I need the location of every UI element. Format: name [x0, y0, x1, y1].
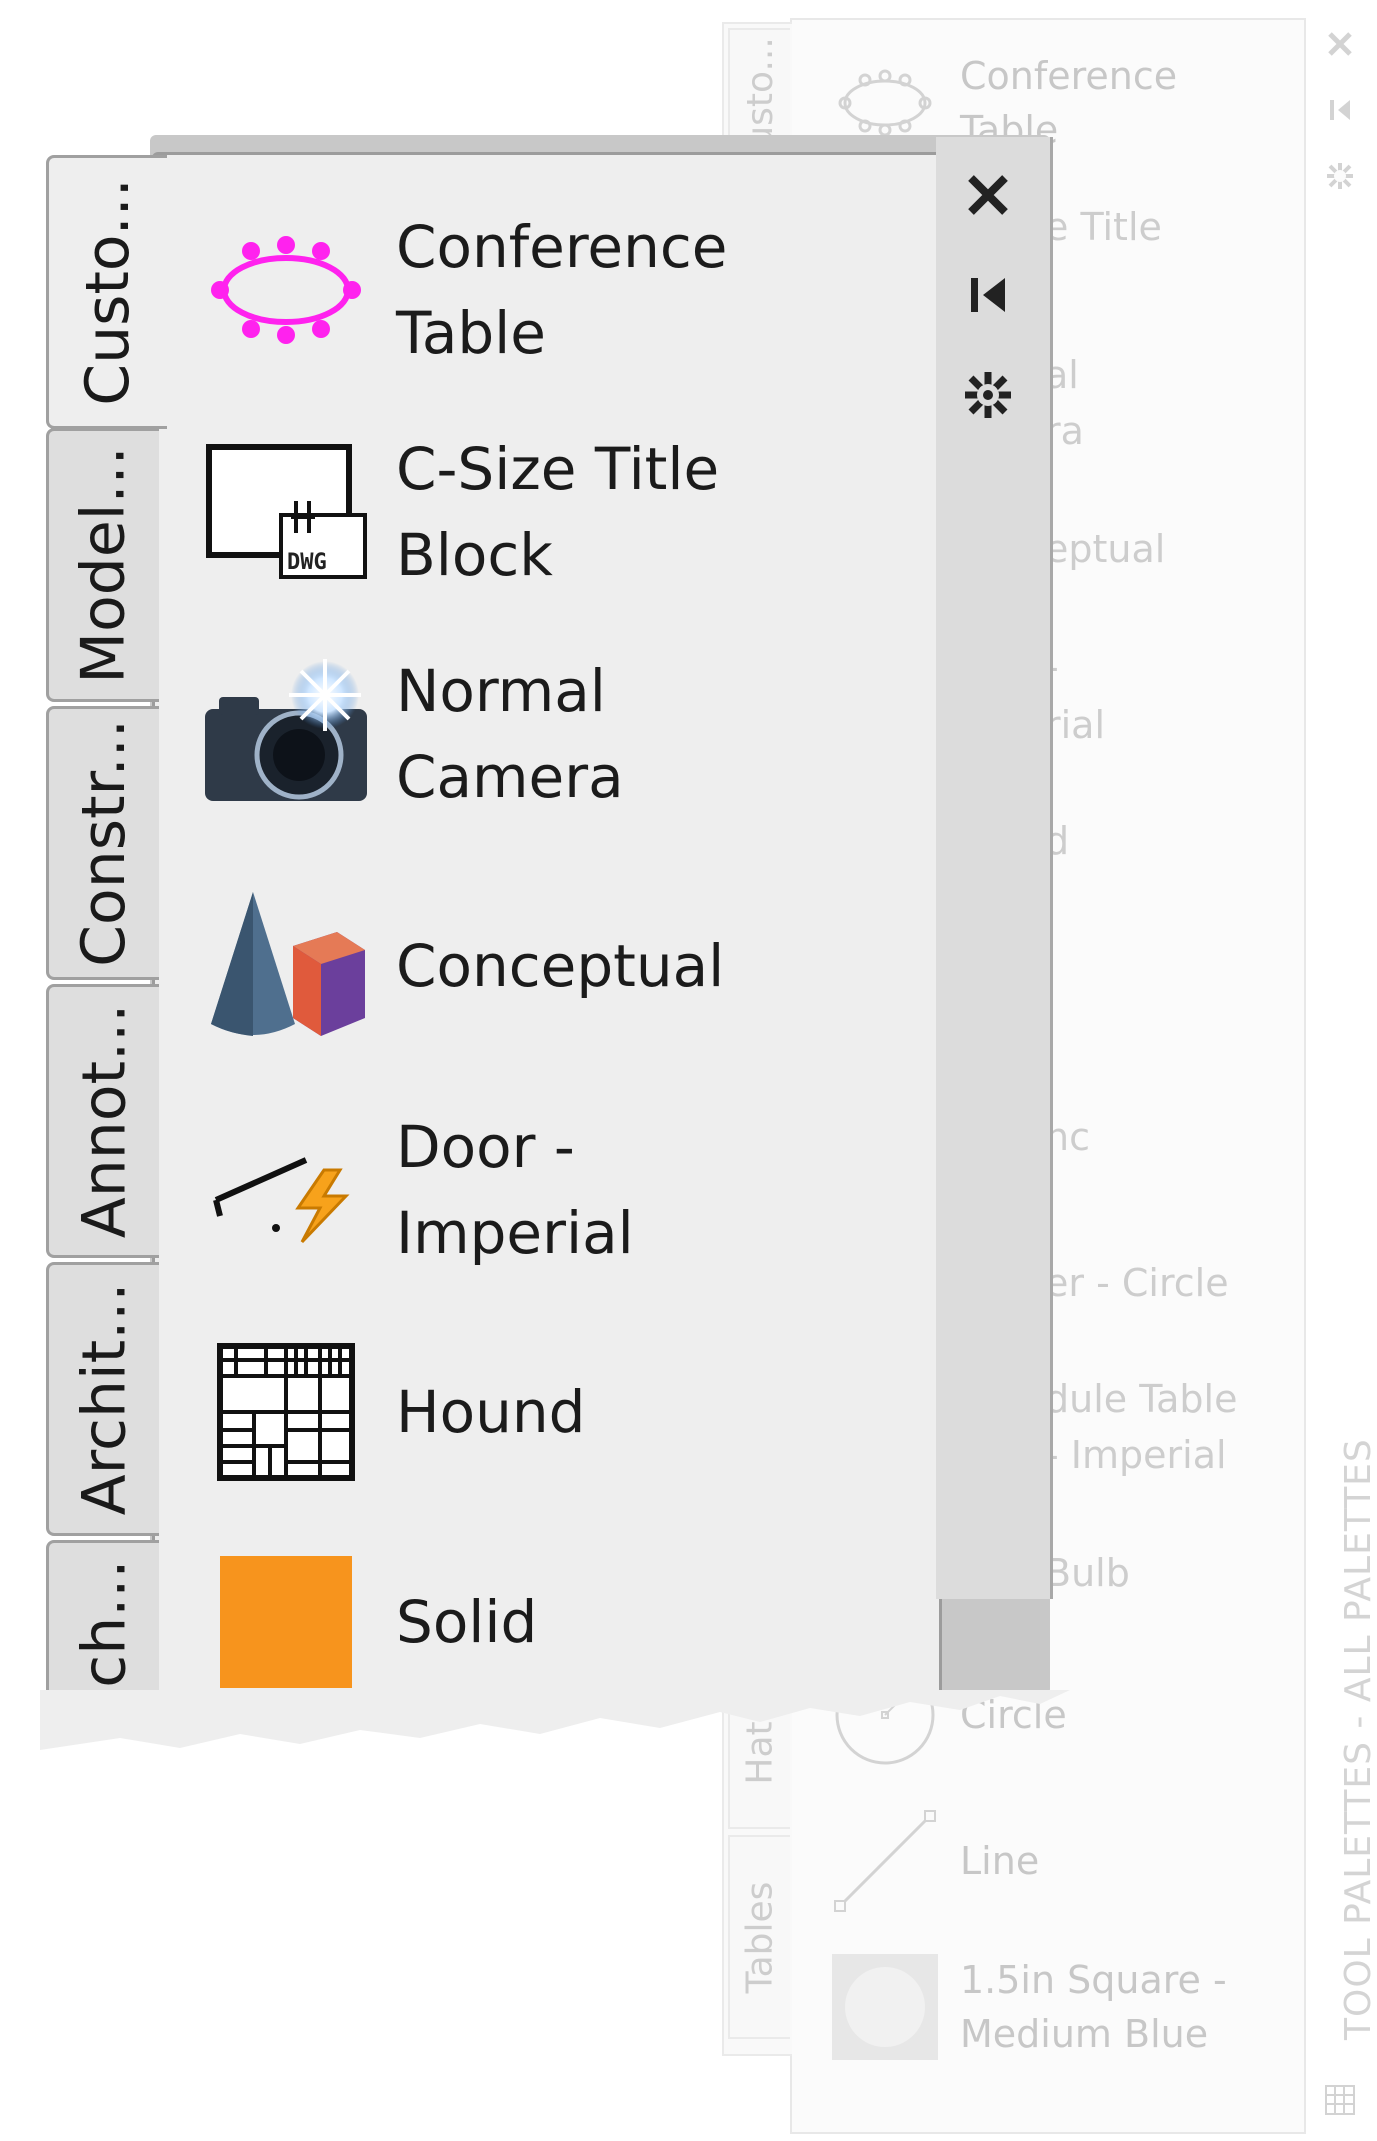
hatch-pattern-icon [196, 1322, 376, 1502]
tool-palette: Custo... Model... Constr... Annot... Arc… [0, 0, 1377, 2141]
tab-architectural[interactable]: Archit... [46, 1262, 159, 1536]
auto-hide-icon[interactable] [958, 265, 1018, 325]
palette-title-bar[interactable] [936, 137, 1053, 1599]
palette-tab-strip: Custo... Model... Constr... Annot... Arc… [46, 150, 167, 1716]
tool-item-title-block[interactable]: DWG C-Size Title Block [196, 422, 796, 602]
tab-annotation[interactable]: Annot... [46, 984, 159, 1258]
conference-table-icon [196, 200, 376, 380]
title-block-dwg-icon: DWG [196, 422, 376, 602]
tool-item-conference-table[interactable]: Conference Table [196, 200, 796, 380]
tab-modeling[interactable]: Model... [46, 428, 159, 702]
tool-item-hound[interactable]: Hound [196, 1322, 796, 1502]
tab-constraints[interactable]: Constr... [46, 706, 159, 980]
tab-custom[interactable]: Custo... [46, 155, 167, 429]
camera-icon [196, 644, 376, 824]
tool-item-conceptual[interactable]: Conceptual [196, 876, 796, 1056]
tool-item-door-imperial[interactable]: Door - Imperial [196, 1100, 796, 1280]
properties-icon[interactable] [958, 365, 1018, 425]
tool-item-solid[interactable]: Solid [196, 1532, 796, 1712]
close-icon[interactable] [958, 165, 1018, 225]
solid-fill-icon [196, 1532, 376, 1712]
svg-text:DWG: DWG [287, 550, 327, 575]
tool-item-normal-camera[interactable]: Normal Camera [196, 644, 796, 824]
door-block-icon [196, 1100, 376, 1280]
visual-style-cone-box-icon [196, 876, 376, 1056]
torn-edge [40, 1690, 1070, 1750]
